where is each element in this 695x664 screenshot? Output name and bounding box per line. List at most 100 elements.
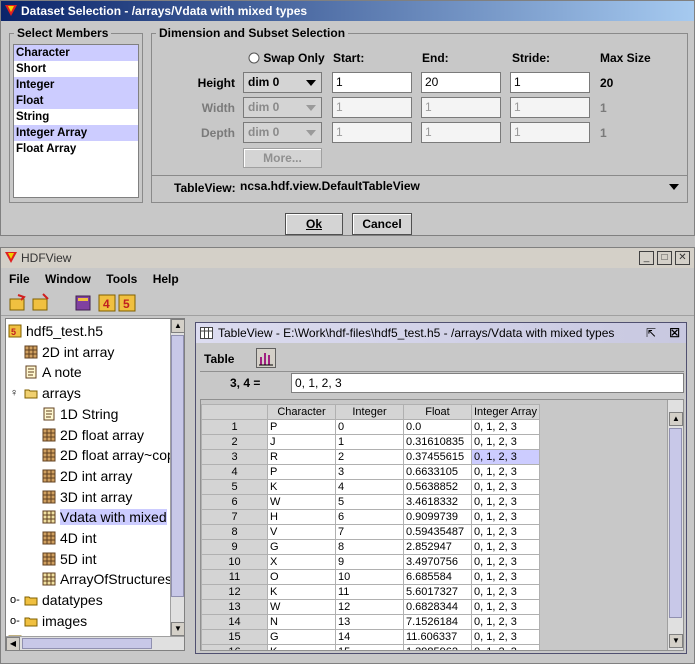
- restore-icon[interactable]: ⇱: [646, 323, 656, 343]
- menu-file[interactable]: File: [9, 272, 30, 286]
- tree-node[interactable]: 2D float array: [42, 425, 144, 445]
- table-cell[interactable]: W: [267, 494, 336, 510]
- table-cell[interactable]: 11.606337: [403, 629, 472, 645]
- maximize-button[interactable]: □: [657, 251, 672, 265]
- start-field-depth[interactable]: 1: [332, 122, 412, 143]
- table-cell[interactable]: 1.3985962: [403, 644, 472, 650]
- table-cell[interactable]: 11: [335, 584, 404, 600]
- member-item[interactable]: Float: [14, 93, 138, 109]
- table-cell[interactable]: 13: [335, 614, 404, 630]
- table-cell[interactable]: 0, 1, 2, 3: [471, 644, 540, 650]
- tree-node[interactable]: 5D int: [42, 549, 97, 569]
- column-header[interactable]: Integer: [335, 404, 404, 420]
- table-scroll-thumb[interactable]: [669, 428, 682, 618]
- table-cell[interactable]: 0.0: [403, 419, 472, 435]
- tree-node[interactable]: 2D int array: [42, 466, 132, 486]
- member-item[interactable]: Short: [14, 61, 138, 77]
- table-cell[interactable]: 14: [335, 629, 404, 645]
- table-cell[interactable]: 8: [335, 539, 404, 555]
- help-book-icon[interactable]: [73, 293, 93, 313]
- table-cell[interactable]: 0, 1, 2, 3: [471, 479, 540, 495]
- tree-node[interactable]: arrays: [24, 383, 81, 403]
- cancel-button[interactable]: Cancel: [352, 213, 412, 235]
- table-cell[interactable]: 0, 1, 2, 3: [471, 494, 540, 510]
- end-field-height[interactable]: 20: [421, 72, 501, 93]
- end-field-depth[interactable]: 1: [421, 122, 501, 143]
- table-cell[interactable]: J: [267, 434, 336, 450]
- close-file-icon[interactable]: [31, 293, 51, 313]
- table-cell[interactable]: 6: [335, 509, 404, 525]
- table-cell[interactable]: 3: [335, 464, 404, 480]
- tree-node[interactable]: images: [24, 611, 87, 631]
- tree-node[interactable]: 5 hdf5_test.h5: [8, 321, 103, 341]
- table-scroll-up-icon[interactable]: ▲: [669, 412, 683, 426]
- table-cell[interactable]: K: [267, 644, 336, 650]
- table-cell[interactable]: 0, 1, 2, 3: [471, 464, 540, 480]
- tree-horizontal-scrollbar[interactable]: ◀: [6, 636, 184, 650]
- table-cell[interactable]: 0, 1, 2, 3: [471, 629, 540, 645]
- table-cell[interactable]: 0, 1, 2, 3: [471, 449, 540, 465]
- dim-select-height[interactable]: dim 0: [243, 72, 322, 93]
- table-cell[interactable]: 0, 1, 2, 3: [471, 524, 540, 540]
- table-cell[interactable]: 0, 1, 2, 3: [471, 434, 540, 450]
- member-item[interactable]: Character: [14, 45, 138, 61]
- table-vertical-scrollbar[interactable]: ▲ ▼: [667, 400, 683, 650]
- table-cell[interactable]: G: [267, 629, 336, 645]
- table-cell[interactable]: X: [267, 554, 336, 570]
- tree-vertical-scrollbar[interactable]: ▲ ▼: [170, 319, 184, 636]
- start-field-width[interactable]: 1: [332, 97, 412, 118]
- table-cell[interactable]: 0.9099739: [403, 509, 472, 525]
- hdf4-icon[interactable]: 4: [97, 293, 117, 313]
- tree-node[interactable]: A note: [24, 362, 82, 382]
- table-cell[interactable]: P: [267, 419, 336, 435]
- stride-field-width[interactable]: 1: [510, 97, 590, 118]
- table-cell[interactable]: V: [267, 524, 336, 540]
- tree-node[interactable]: 1D String: [42, 404, 118, 424]
- table-cell[interactable]: 2.852947: [403, 539, 472, 555]
- tree-toggle-icon[interactable]: o-: [10, 590, 20, 610]
- cell-value-field[interactable]: 0, 1, 2, 3: [291, 373, 684, 393]
- tree-toggle-icon[interactable]: o-: [10, 611, 20, 631]
- member-item[interactable]: Integer: [14, 77, 138, 93]
- table-cell[interactable]: 3.4618332: [403, 494, 472, 510]
- member-item[interactable]: Integer Array: [14, 125, 138, 141]
- table-cell[interactable]: 12: [335, 599, 404, 615]
- table-cell[interactable]: 0, 1, 2, 3: [471, 509, 540, 525]
- tree-node[interactable]: ArrayOfStructures: [42, 569, 172, 589]
- table-cell[interactable]: N: [267, 614, 336, 630]
- dim-select-width[interactable]: dim 0: [243, 97, 322, 118]
- menu-window[interactable]: Window: [45, 272, 91, 286]
- tree-scroll-thumb[interactable]: [171, 335, 184, 597]
- table-cell[interactable]: 0.59435487: [403, 524, 472, 540]
- column-header[interactable]: Character: [267, 404, 336, 420]
- scroll-left-icon[interactable]: ◀: [6, 637, 20, 650]
- table-cell[interactable]: G: [267, 539, 336, 555]
- table-cell[interactable]: R: [267, 449, 336, 465]
- stride-field-height[interactable]: 1: [510, 72, 590, 93]
- swap-only-radio[interactable]: Swap Only: [248, 51, 325, 65]
- stride-field-depth[interactable]: 1: [510, 122, 590, 143]
- minimize-button[interactable]: _: [639, 251, 654, 265]
- table-cell[interactable]: 0, 1, 2, 3: [471, 584, 540, 600]
- table-cell[interactable]: K: [267, 479, 336, 495]
- table-cell[interactable]: 0.37455615: [403, 449, 472, 465]
- table-cell[interactable]: 0, 1, 2, 3: [471, 599, 540, 615]
- table-cell[interactable]: 15: [335, 644, 404, 650]
- table-cell[interactable]: 0.6828344: [403, 599, 472, 615]
- table-cell[interactable]: 2: [335, 449, 404, 465]
- table-cell[interactable]: 0, 1, 2, 3: [471, 614, 540, 630]
- tree-toggle-icon[interactable]: ♀: [10, 383, 18, 403]
- table-cell[interactable]: 0.6633105: [403, 464, 472, 480]
- column-header[interactable]: Integer Array: [471, 404, 540, 420]
- table-cell[interactable]: 4: [335, 479, 404, 495]
- tree-node[interactable]: 4D int: [42, 528, 97, 548]
- table-cell[interactable]: 7.1526184: [403, 614, 472, 630]
- table-cell[interactable]: 0, 1, 2, 3: [471, 569, 540, 585]
- dim-select-depth[interactable]: dim 0: [243, 122, 322, 143]
- menu-help[interactable]: Help: [153, 272, 179, 286]
- start-field-height[interactable]: 1: [332, 72, 412, 93]
- hdf5-icon[interactable]: 5: [117, 293, 137, 313]
- table-cell[interactable]: 5.6017327: [403, 584, 472, 600]
- chart-icon[interactable]: [256, 348, 276, 368]
- ok-button[interactable]: Ok: [285, 213, 343, 235]
